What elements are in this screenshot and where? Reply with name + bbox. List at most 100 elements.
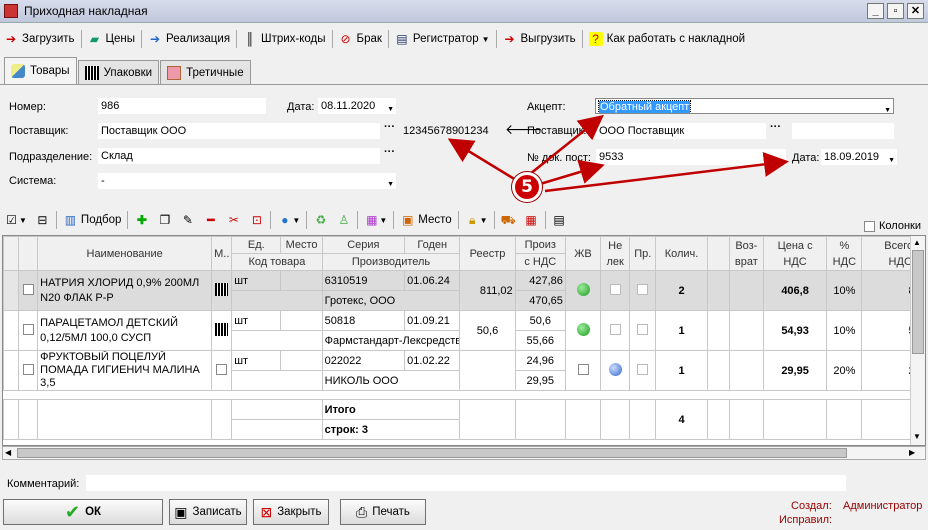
header-return[interactable]: Воз-врат: [728, 236, 764, 271]
save-button[interactable]: ▣ Записать: [169, 499, 247, 525]
header-place[interactable]: Место: [280, 236, 323, 254]
snds-cell: 470,65: [514, 290, 566, 311]
pr-checkbox[interactable]: [637, 283, 649, 295]
select-mode-button[interactable]: ☑ ▼: [0, 209, 31, 231]
recycle-button[interactable]: ♻: [309, 209, 332, 231]
row-checkbox-cell[interactable]: [18, 350, 39, 391]
row-checkbox-cell[interactable]: [18, 270, 39, 311]
scroll-up-icon[interactable]: ▲: [913, 238, 921, 247]
price-cell: 406,8: [762, 270, 828, 311]
pr-checkbox[interactable]: [637, 363, 649, 375]
header-name[interactable]: Наименование: [37, 236, 213, 271]
reestr-cell: [459, 350, 516, 391]
comment-field[interactable]: [86, 475, 846, 491]
table-row[interactable]: ФРУКТОВЫЙ ПОЦЕЛУЙ ПОМАДА ГИГИЕНИЧ МАЛИНА…: [3, 350, 925, 391]
person-button[interactable]: ♙: [332, 209, 355, 231]
series-cell: 6310519: [321, 270, 406, 291]
header-m[interactable]: М..: [211, 236, 233, 271]
scroll-left-icon[interactable]: ◀: [5, 448, 11, 457]
header-zhv[interactable]: ЖВ: [564, 236, 602, 271]
print-button[interactable]: ⎙ Печать: [340, 499, 426, 525]
pr-cell: [629, 310, 657, 351]
header-pr[interactable]: Пр.: [629, 236, 657, 271]
proiz-cell: 427,86: [514, 270, 566, 291]
pr-checkbox[interactable]: [637, 323, 649, 335]
header-qty[interactable]: Колич.: [655, 236, 708, 271]
nelek-checkbox[interactable]: [609, 323, 621, 335]
zhv-cell: [564, 270, 602, 311]
table-row[interactable]: НАТРИЯ ХЛОРИД 0,9% 200МЛ N20 ФЛАК Р-Р шт…: [3, 270, 925, 311]
row-marker[interactable]: [3, 310, 20, 351]
colors-button[interactable]: ▦ ▼: [360, 209, 391, 231]
snds-cell: 55,66: [514, 330, 566, 351]
header-vat[interactable]: % НДС: [826, 236, 863, 271]
zhv-checkbox[interactable]: [577, 363, 589, 375]
header-snds[interactable]: с НДС: [514, 253, 566, 271]
vat-cell: 10%: [826, 270, 863, 311]
snds-cell: 29,95: [514, 370, 566, 391]
dropdown-arrow-icon: ▼: [379, 215, 388, 225]
columns-checkbox[interactable]: [864, 220, 875, 232]
datamatrix-checkbox[interactable]: [216, 363, 228, 375]
copy-row-button[interactable]: ❐: [153, 209, 176, 231]
columns-toggle[interactable]: Колонки: [864, 220, 921, 232]
created-by: Администратор: [843, 500, 923, 512]
header-valid[interactable]: Годен: [404, 236, 461, 254]
cut-button[interactable]: ✂: [222, 209, 245, 231]
header-series[interactable]: Серия: [321, 236, 406, 254]
add-row-button[interactable]: ✚: [130, 209, 153, 231]
place-cell: [280, 270, 323, 291]
pick-button[interactable]: ▥ Подбор: [59, 209, 126, 231]
row-checkbox[interactable]: [22, 363, 34, 375]
report-button[interactable]: ▤: [548, 209, 571, 231]
scroll-thumb[interactable]: [912, 250, 924, 354]
horizontal-scrollbar[interactable]: ◀ ▶: [2, 446, 926, 460]
header-unit[interactable]: Ед.: [231, 236, 282, 254]
delivery-button[interactable]: ⛟: [497, 209, 520, 231]
qty-cell: 1: [655, 350, 708, 391]
status-button[interactable]: ● ▼: [273, 209, 304, 231]
row-checkbox[interactable]: [22, 283, 34, 295]
vertical-scrollbar[interactable]: ▲ ▼: [910, 236, 925, 445]
zhv-cell: [564, 350, 602, 391]
maker-cell: Гротекс, ООО: [321, 290, 461, 311]
edit-row-button[interactable]: ✎: [176, 209, 199, 231]
layout-button[interactable]: ⊟: [31, 209, 54, 231]
catalog-icon: ▥: [64, 212, 77, 227]
datamatrix-icon: [215, 282, 229, 296]
row-checkbox[interactable]: [22, 323, 34, 335]
datamatrix-cell: [211, 270, 233, 311]
delete-row-button[interactable]: ━: [199, 209, 222, 231]
layout-icon: ⊟: [37, 212, 48, 227]
spacer-row: [3, 390, 925, 400]
row-marker[interactable]: [3, 270, 20, 311]
header-row-1: Наименование М.. Ед. Место Серия Годен Р…: [3, 236, 925, 271]
checklist-icon: ☑: [6, 212, 17, 227]
table-row[interactable]: ПАРАЦЕТАМОЛ ДЕТСКИЙ 0,12/5МЛ 100,0 СУСП …: [3, 310, 925, 351]
header-price[interactable]: Цена с НДС: [762, 236, 828, 271]
proiz-cell: 50,6: [514, 310, 566, 331]
nelek-cell: [600, 350, 631, 391]
header-code[interactable]: Код товара: [231, 253, 323, 271]
row-marker[interactable]: [3, 350, 20, 391]
header-reestr[interactable]: Реестр: [459, 236, 516, 271]
scroll-down-icon[interactable]: ▼: [913, 432, 921, 441]
close-form-button[interactable]: ⊠ Закрыть: [253, 499, 329, 525]
scroll-right-icon[interactable]: ▶: [909, 448, 915, 457]
nelek-checkbox[interactable]: [609, 283, 621, 295]
calendar-icon: ▦: [525, 212, 537, 227]
ok-button[interactable]: ✔ ОК: [3, 499, 163, 525]
place-button[interactable]: ▣ Место: [396, 209, 455, 231]
header-proiz[interactable]: Произ: [514, 236, 566, 254]
header-nelek[interactable]: Не лек: [600, 236, 631, 271]
header-maker[interactable]: Производитель: [321, 253, 461, 271]
lock-button[interactable]: 🔒︎ ▼: [461, 209, 492, 231]
green-status-icon: [576, 282, 590, 296]
calendar-button[interactable]: ▦: [520, 209, 543, 231]
hscroll-thumb[interactable]: [17, 448, 847, 458]
person-icon: ♙: [338, 212, 350, 227]
clear-button[interactable]: ⊡: [245, 209, 268, 231]
row-checkbox-cell[interactable]: [18, 310, 39, 351]
green-status-icon: [576, 322, 590, 336]
valid-cell: 01.06.24: [404, 270, 461, 291]
